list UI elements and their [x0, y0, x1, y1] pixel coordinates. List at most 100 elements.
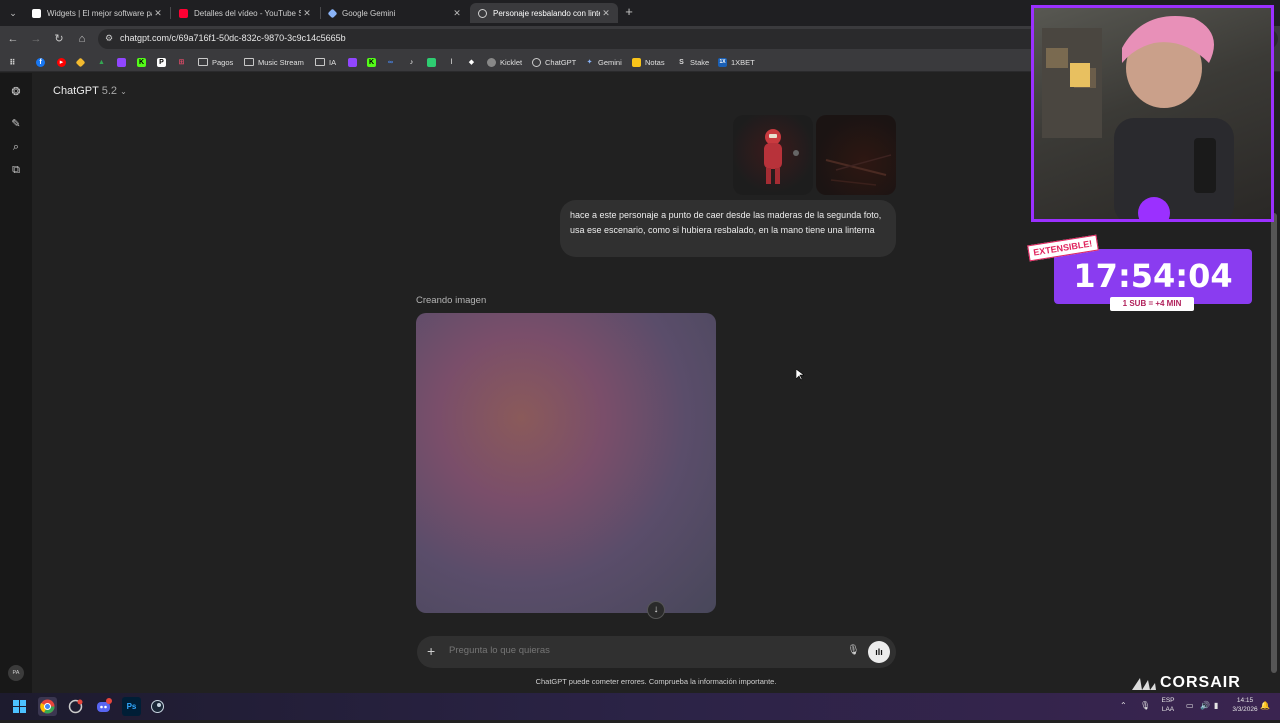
bookmark-label: 1XBET	[731, 57, 755, 67]
language-indicator[interactable]: ESP LAA	[1158, 696, 1178, 714]
page-scrollbar[interactable]	[1271, 213, 1277, 673]
tab-youtube-studio[interactable]: Detalles del vídeo - YouTube St ✕	[171, 3, 319, 23]
scroll-down-arrow-icon[interactable]: ↓	[647, 601, 665, 619]
close-icon[interactable]: ✕	[600, 8, 612, 19]
bookmark-youtube[interactable]: ▸	[57, 56, 66, 68]
bookmark-folder-pagos[interactable]: Pagos	[198, 56, 233, 68]
bookmark-kicklet[interactable]: Kicklet	[487, 56, 522, 68]
bookmark-twitch[interactable]	[117, 56, 126, 68]
youtube-icon: ▸	[57, 57, 66, 67]
display-icon[interactable]: ▭	[1186, 701, 1194, 710]
tab-label: Google Gemini	[342, 8, 396, 18]
bookmark-chatgpt[interactable]: ChatGPT	[532, 56, 576, 68]
discord-icon[interactable]	[94, 697, 113, 716]
tiktok-icon: ♪	[409, 58, 414, 66]
tab-chatgpt-active[interactable]: Personaje resbalando con lintern ✕	[470, 3, 618, 23]
bookmark-label: Kicklet	[500, 57, 523, 67]
new-chat-icon[interactable]: ✎	[9, 117, 23, 131]
bookmark-folder-music-stream[interactable]: Music Stream	[244, 56, 304, 68]
meta-icon: ∞	[388, 58, 393, 66]
home-icon[interactable]: ⌂	[74, 31, 90, 47]
generating-image-placeholder	[416, 313, 716, 613]
clock[interactable]: 14:15 3/3/2026	[1230, 696, 1260, 714]
app-icon[interactable]	[66, 697, 85, 716]
bookmark-streamlabs[interactable]: ⊞	[177, 56, 186, 68]
back-arrow-icon[interactable]: ←	[5, 31, 21, 47]
windows-start-icon[interactable]	[10, 697, 29, 716]
kick-icon: K	[137, 57, 146, 67]
chrome-icon[interactable]	[38, 697, 57, 716]
bookmark-folder-ia[interactable]: IA	[315, 56, 336, 68]
photoshop-icon[interactable]: Ps	[122, 697, 141, 716]
bookmark-tiktok[interactable]: ♪	[407, 56, 416, 68]
xbet-icon: 1X	[718, 57, 727, 67]
model-selector[interactable]: ChatGPT 5.2 ⌄	[53, 85, 127, 97]
message-composer: + 🎙 ılı	[417, 636, 896, 668]
chevron-down-icon: ⌄	[120, 87, 127, 96]
attached-image-character[interactable]	[733, 115, 813, 195]
diamond-icon: ◆	[468, 58, 475, 66]
bookmark-diamond[interactable]: ◆	[467, 56, 476, 68]
image-generation-status: Creando imagen	[416, 295, 487, 306]
new-tab-button[interactable]: +	[621, 4, 637, 20]
apps-grid-icon[interactable]: ⠿	[8, 56, 17, 68]
gemini-icon: ✦	[586, 58, 593, 66]
tab-gemini[interactable]: Google Gemini ✕	[321, 3, 469, 23]
close-icon[interactable]: ✕	[301, 8, 313, 19]
bookmark-drive[interactable]: ▲	[97, 56, 106, 68]
bookmark-label: Gemini	[598, 57, 622, 67]
bookmark-stake[interactable]: S Stake	[677, 56, 709, 68]
attached-image-scenery[interactable]	[816, 115, 896, 195]
forward-arrow-icon[interactable]: →	[28, 31, 44, 47]
bookmark-label: Notas	[645, 57, 665, 67]
character-figure-icon	[764, 129, 799, 184]
microphone-tray-icon[interactable]: 🎙	[1140, 701, 1150, 710]
reload-icon[interactable]: ↻	[51, 31, 67, 47]
bookmark-binance[interactable]	[75, 56, 86, 68]
model-version: 5.2	[101, 85, 118, 97]
tab-widgets[interactable]: Widgets | El mejor software par ✕	[24, 3, 170, 23]
bookmark-1xbet[interactable]: 1X 1XBET	[718, 56, 755, 68]
twitch-icon	[117, 57, 126, 67]
sub-rule-label: 1 SUB = +4 MIN	[1110, 297, 1194, 311]
bookmark-kick[interactable]: K	[137, 56, 146, 68]
kick-icon: K	[367, 57, 376, 67]
openai-logo-icon[interactable]: ❂	[9, 85, 23, 99]
speaker-icon[interactable]: 🔊	[1200, 701, 1210, 710]
chevron-up-icon[interactable]: ⌃	[1120, 701, 1127, 710]
bookmark-twitch-2[interactable]	[348, 56, 357, 68]
notification-bell-icon[interactable]: 🔔	[1260, 701, 1270, 710]
steam-icon[interactable]	[148, 697, 167, 716]
bookmark-notas[interactable]: Notas	[632, 56, 665, 68]
tab-label: Widgets | El mejor software par	[47, 8, 152, 18]
bookmark-label: Music Stream	[258, 57, 304, 67]
prompt-input[interactable]	[449, 645, 829, 656]
subathon-timer: 17:54:04	[1073, 257, 1233, 295]
close-icon[interactable]: ✕	[152, 8, 164, 19]
microphone-icon[interactable]: 🎙	[847, 645, 860, 659]
library-icon[interactable]: ⧉	[9, 163, 23, 177]
wooden-planks-scene	[825, 154, 892, 186]
site-info-icon[interactable]: ⚙	[105, 33, 113, 44]
bookmark-pin[interactable]: ǀ	[447, 56, 456, 68]
bookmark-gemini[interactable]: ✦ Gemini	[585, 56, 622, 68]
bookmark-label: IA	[329, 57, 337, 67]
drive-icon: ▲	[98, 58, 105, 66]
bookmark-patreon[interactable]: P	[157, 56, 166, 68]
bookmark-meta[interactable]: ∞	[386, 56, 395, 68]
voice-mode-button[interactable]: ılı	[868, 641, 890, 663]
clock-date: 3/3/2026	[1232, 706, 1258, 713]
bookmark-facebook[interactable]: f	[36, 56, 45, 68]
battery-icon[interactable]: ▮	[1214, 701, 1218, 710]
close-icon[interactable]: ✕	[451, 8, 463, 19]
bookmark-app[interactable]	[427, 56, 436, 68]
facebook-icon: f	[36, 57, 45, 67]
search-icon[interactable]: ⌕	[9, 140, 23, 154]
url-text: chatgpt.com/c/69a716f1-50dc-832c-9870-3c…	[120, 33, 346, 43]
bookmark-label: Stake	[690, 57, 710, 67]
folder-icon	[198, 58, 208, 66]
bookmark-kick-2[interactable]: K	[367, 56, 376, 68]
disclaimer-text: ChatGPT puede cometer errores. Comprueba…	[535, 677, 777, 686]
tab-search-icon[interactable]: ⌄	[5, 5, 21, 21]
plus-icon[interactable]: +	[427, 644, 435, 658]
